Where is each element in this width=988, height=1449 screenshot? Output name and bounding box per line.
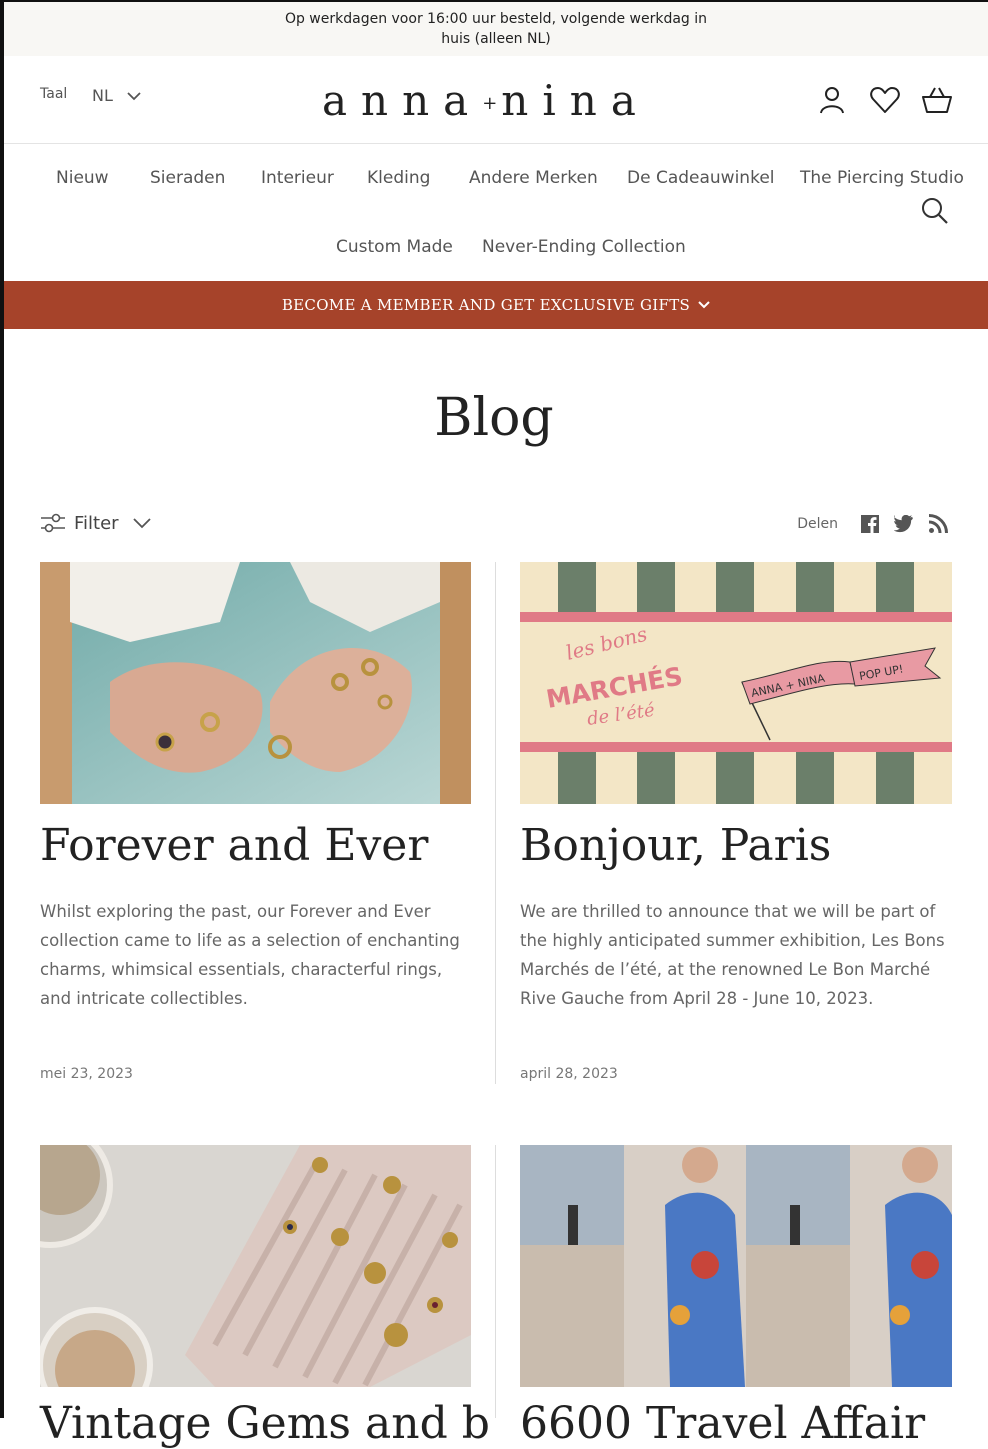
column-divider <box>495 562 496 1084</box>
announcement-text: Op werkdagen voor 16:00 uur besteld, vol… <box>284 11 708 47</box>
account-icon[interactable] <box>816 84 848 116</box>
chevron-down-icon <box>698 301 710 309</box>
les-bons-marches-banner: les bons MARCHÉS de l’été ANNA + NINA PO… <box>520 562 952 804</box>
nav-item-andere-merken[interactable]: Andere Merken <box>469 168 598 188</box>
column-divider <box>495 1145 496 1418</box>
basket-icon[interactable] <box>921 84 953 116</box>
filter-dropdown[interactable]: Filter <box>40 512 151 534</box>
announcement-bar: Op werkdagen voor 16:00 uur besteld, vol… <box>4 2 988 56</box>
promo-text: BECOME A MEMBER AND GET EXCLUSIVE GIFTS <box>281 296 691 314</box>
site-logo[interactable]: anna+nina <box>322 76 650 125</box>
twitter-icon[interactable] <box>894 515 914 533</box>
post-image-vintage-gems[interactable] <box>40 1145 471 1387</box>
post-excerpt: We are thrilled to announce that we will… <box>520 902 945 1008</box>
post-excerpt: Whilst exploring the past, our Forever a… <box>40 902 460 1008</box>
language-label: Taal <box>40 86 68 102</box>
post-title[interactable]: Bonjour, Paris <box>520 820 831 871</box>
chevron-down-icon <box>127 91 141 100</box>
post-title[interactable]: Forever and Ever <box>40 820 428 871</box>
street-jacket-photo <box>520 1145 952 1387</box>
filter-label: Filter <box>74 512 119 534</box>
post-title[interactable]: Vintage Gems and b <box>40 1398 490 1449</box>
facebook-icon[interactable] <box>860 514 880 534</box>
rss-icon[interactable] <box>928 514 948 534</box>
post-image-bonjour-paris[interactable]: les bons MARCHÉS de l’été ANNA + NINA PO… <box>520 562 952 804</box>
nav-item-cadeauwinkel[interactable]: De Cadeauwinkel <box>627 168 775 188</box>
nav-item-custom-made[interactable]: Custom Made <box>336 237 453 257</box>
ring-tray-photo <box>40 1145 471 1387</box>
logo-plus: + <box>482 93 502 114</box>
nav-item-nieuw[interactable]: Nieuw <box>56 168 109 188</box>
language-selector[interactable]: NL <box>92 86 141 105</box>
filter-icon <box>41 513 65 533</box>
post-date: mei 23, 2023 <box>40 1066 133 1082</box>
nav-item-kleding[interactable]: Kleding <box>367 168 430 188</box>
share-label: Delen <box>797 516 838 532</box>
membership-promo-bar[interactable]: BECOME A MEMBER AND GET EXCLUSIVE GIFTS <box>4 281 988 329</box>
post-date: april 28, 2023 <box>520 1066 618 1082</box>
post-title[interactable]: 6600 Travel Affair <box>520 1398 925 1449</box>
chevron-down-icon <box>132 518 151 529</box>
nav-item-interieur[interactable]: Interieur <box>261 168 334 188</box>
nav-item-sieraden[interactable]: Sieraden <box>150 168 225 188</box>
site-header: Taal NL anna+nina <box>4 56 988 144</box>
logo-text-anna: anna <box>322 76 483 125</box>
wishlist-heart-icon[interactable] <box>869 84 901 116</box>
page-title: Blog <box>434 388 554 448</box>
search-icon[interactable] <box>920 196 950 226</box>
language-value: NL <box>92 86 113 105</box>
hands-rings-photo <box>40 562 471 804</box>
post-image-forever-and-ever[interactable] <box>40 562 471 804</box>
post-image-travel-affair[interactable] <box>520 1145 952 1387</box>
share-bar: Delen <box>797 514 948 534</box>
main-navigation: Nieuw Sieraden Interieur Kleding Andere … <box>4 144 988 281</box>
logo-text-nina: nina <box>501 76 650 125</box>
nav-item-never-ending-collection[interactable]: Never-Ending Collection <box>482 237 686 257</box>
nav-item-piercing-studio[interactable]: The Piercing Studio <box>800 168 964 188</box>
